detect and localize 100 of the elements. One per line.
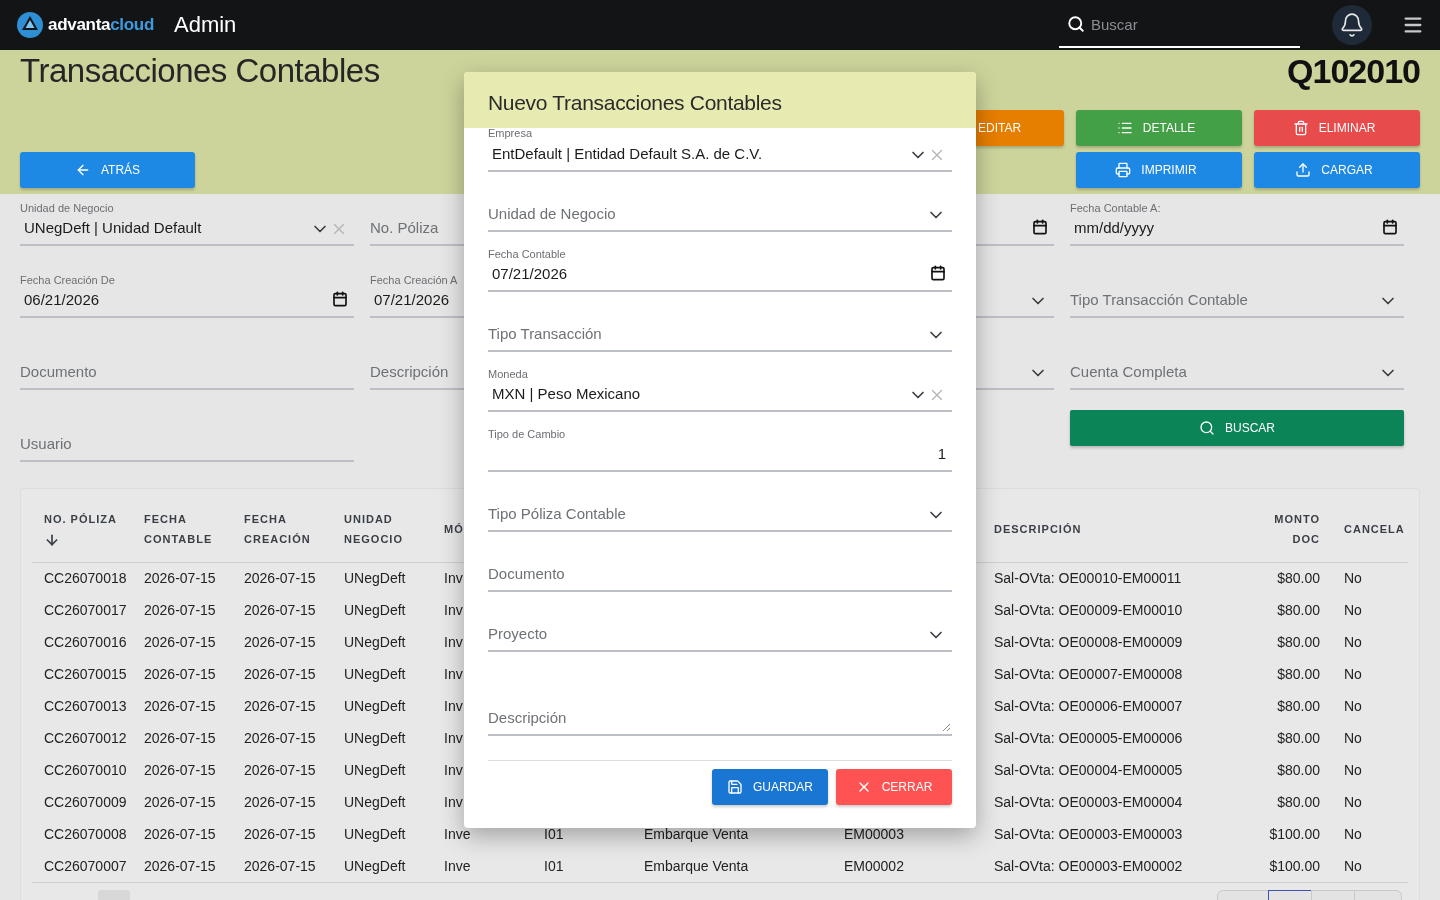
table-cell: $80.00 <box>1277 602 1320 618</box>
bell-icon <box>1339 12 1365 38</box>
column-header[interactable]: MONTO DOC <box>1232 496 1332 562</box>
select-field[interactable]: Proyecto <box>488 606 952 652</box>
text-field[interactable]: Documento <box>20 344 354 390</box>
table-cell: 2026-07-15 <box>144 730 216 746</box>
table-cell: 2026-07-15 <box>144 634 216 650</box>
table-cell: Inv <box>444 602 463 618</box>
section-title: Admin <box>174 12 237 38</box>
date-field[interactable]: Fecha Contable A: mm/dd/yyyy <box>1070 200 1404 246</box>
table-cell: UNegDeft <box>344 730 406 746</box>
table-cell: 2026-07-15 <box>144 794 216 810</box>
table-cell: 2026-07-15 <box>144 602 216 618</box>
table-cell: $80.00 <box>1277 794 1320 810</box>
table-cell: 2026-07-15 <box>244 794 316 810</box>
table-cell: UNegDeft <box>344 570 406 587</box>
dialog-title: Nuevo Transacciones Contables <box>488 91 782 115</box>
table-cell: EM00002 <box>844 858 904 874</box>
calendar-icon <box>1032 219 1048 235</box>
number-field[interactable]: Tipo de Cambio 1 <box>488 426 952 472</box>
close-button[interactable]: CERRAR <box>836 769 952 805</box>
column-header[interactable]: FECHA CREACIÓN <box>232 496 332 562</box>
table-cell: EM00003 <box>844 826 904 842</box>
table-cell: Sal-OVta: OE00005-EM00006 <box>994 730 1183 746</box>
print-button[interactable]: IMPRIMIR <box>1076 152 1242 188</box>
table-cell: Inv <box>444 762 463 778</box>
text-field[interactable]: Usuario <box>20 416 354 462</box>
table-cell: CC26070010 <box>44 762 127 778</box>
search-field[interactable]: Buscar <box>1059 2 1300 48</box>
table-cell: 2026-07-15 <box>244 762 316 778</box>
table-cell: 2026-07-15 <box>144 666 216 682</box>
table-cell: 2026-07-15 <box>244 858 316 874</box>
table-cell: Sal-OVta: OE00004-EM00005 <box>994 762 1183 778</box>
table-cell: I01 <box>544 858 564 874</box>
table-cell: CC26070015 <box>44 666 127 682</box>
text-field[interactable]: Documento <box>488 546 952 592</box>
upload-button[interactable]: CARGAR <box>1254 152 1420 188</box>
table-cell: Inv <box>444 794 463 810</box>
table-cell: 2026-07-15 <box>144 698 216 714</box>
select-field[interactable]: Tipo Póliza Contable <box>488 486 952 532</box>
table-cell: Inve <box>444 858 471 874</box>
calendar-icon <box>1382 219 1398 235</box>
table-cell: 2026-07-15 <box>244 570 316 587</box>
table-cell: CC26070007 <box>44 858 127 874</box>
column-header[interactable]: NO. PÓLIZA <box>32 496 132 562</box>
brand-name: advanta <box>48 15 111 35</box>
column-header[interactable]: UNIDAD NEGOCIO <box>332 496 432 562</box>
search-button[interactable]: BUSCAR <box>1070 410 1404 446</box>
column-header[interactable]: FECHA CONTABLE <box>132 496 232 562</box>
search-icon <box>1199 420 1215 436</box>
menu-button[interactable] <box>1402 14 1424 36</box>
select-field[interactable]: Unidad de Negocio UNegDeft | Unidad Default <box>20 200 354 246</box>
table-cell: 2026-07-15 <box>244 602 316 618</box>
table-cell: Sal-OVta: OE00006-EM00007 <box>994 698 1183 714</box>
table-cell: 2026-07-15 <box>244 634 316 650</box>
table-cell: CC26070017 <box>44 602 127 618</box>
select-field[interactable]: Tipo Transacción <box>488 306 952 352</box>
detail-button[interactable]: DETALLE <box>1076 110 1242 146</box>
table-cell: Embarque Venta <box>644 858 749 874</box>
table-cell: 2026-07-15 <box>244 826 316 842</box>
select-field[interactable]: Moneda MXN | Peso Mexicano <box>488 366 952 412</box>
table-cell: UNegDeft <box>344 794 406 810</box>
table-cell: Embarque Venta <box>644 826 749 842</box>
table-cell: 2026-07-15 <box>144 570 216 587</box>
table-cell: 2026-07-15 <box>244 666 316 682</box>
date-field[interactable]: Fecha Contable 07/21/2026 <box>488 246 952 292</box>
table-cell: CC26070009 <box>44 794 127 810</box>
back-button[interactable]: ATRÁS <box>20 152 195 188</box>
table-cell: No <box>1344 666 1362 682</box>
select-field[interactable]: Cuenta Completa <box>1070 344 1404 390</box>
table-cell: $80.00 <box>1277 698 1320 714</box>
table-cell: Sal-OVta: OE00008-EM00009 <box>994 634 1183 650</box>
table-cell: No <box>1344 634 1362 650</box>
list-icon <box>1116 120 1133 136</box>
save-button[interactable]: GUARDAR <box>712 769 828 805</box>
calendar-icon <box>332 291 348 307</box>
column-header[interactable]: CANCELA <box>1332 496 1408 562</box>
table-cell: Inv <box>444 730 463 746</box>
select-field[interactable]: Empresa EntDefault | Entidad Default S.A. de C.V. <box>488 128 952 172</box>
table-cell: Inv <box>444 698 463 714</box>
table-cell: Sal-OVta: OE00003-EM00002 <box>994 858 1183 874</box>
table-cell: UNegDeft <box>344 634 406 650</box>
table-cell: No <box>1344 602 1362 618</box>
column-header[interactable]: DESCRIPCIÓN <box>982 496 1232 562</box>
text-area[interactable]: Descripción <box>488 666 952 736</box>
menu-icon <box>1402 14 1424 36</box>
table-cell: Sal-OVta: OE00003-EM00004 <box>994 794 1183 810</box>
table-cell: UNegDeft <box>344 826 406 842</box>
table-cell: CC26070016 <box>44 634 127 650</box>
table-cell: 2026-07-15 <box>244 698 316 714</box>
table-cell: 2026-07-15 <box>144 858 216 874</box>
delete-button[interactable]: ELIMINAR <box>1254 110 1420 146</box>
date-field[interactable]: Fecha Creación De 06/21/2026 <box>20 272 354 318</box>
notifications-button[interactable] <box>1332 5 1372 45</box>
table-cell: No <box>1344 762 1362 778</box>
select-field[interactable]: Unidad de Negocio <box>488 186 952 232</box>
table-cell: $80.00 <box>1277 570 1320 587</box>
select-field[interactable]: Tipo Transacción Contable <box>1070 272 1404 318</box>
table-cell: UNegDeft <box>344 858 406 874</box>
record-code: Q102010 <box>1287 51 1420 92</box>
